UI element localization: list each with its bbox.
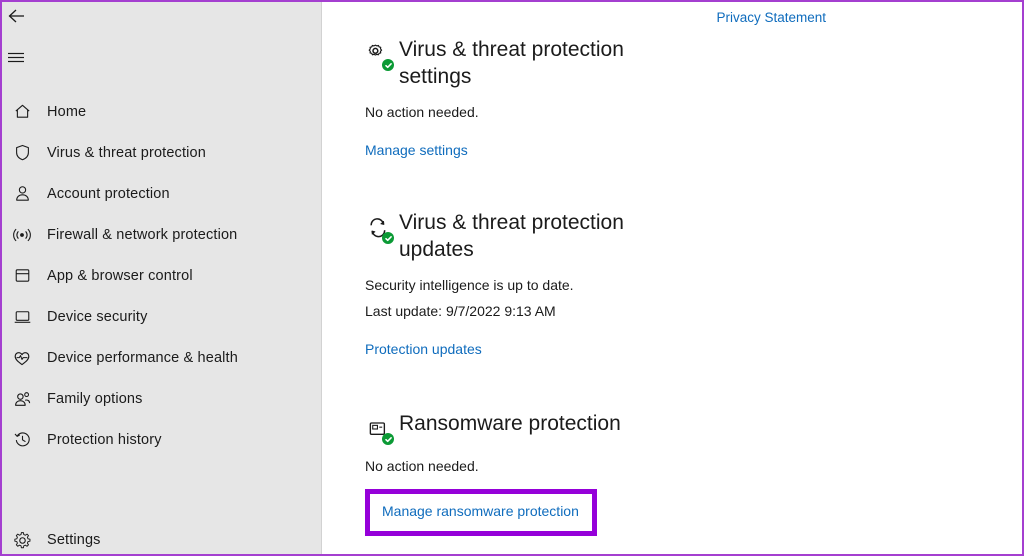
sidebar-item-label: Family options bbox=[47, 390, 143, 407]
section-header: Virus & threat protection updates bbox=[365, 209, 965, 263]
gear-check-icon bbox=[365, 40, 394, 71]
app-window-icon bbox=[8, 262, 36, 290]
sidebar-item-app-browser-control[interactable]: App & browser control bbox=[2, 255, 322, 296]
manage-ransomware-protection-highlight: Manage ransomware protection bbox=[365, 489, 597, 536]
sidebar-item-label: Protection history bbox=[47, 431, 162, 448]
sidebar-item-family-options[interactable]: Family options bbox=[2, 378, 322, 419]
sidebar-item-label: Virus & threat protection bbox=[47, 144, 206, 161]
refresh-check-icon bbox=[365, 213, 394, 244]
section-title: Virus & threat protection updates bbox=[399, 211, 624, 261]
virus-threat-protection-updates-section: Virus & threat protection updates Securi… bbox=[365, 209, 965, 359]
section-header: Ransomware protection bbox=[365, 410, 965, 445]
sidebar-item-protection-history[interactable]: Protection history bbox=[2, 419, 322, 460]
status-check-badge bbox=[382, 433, 394, 445]
hamburger-menu-button[interactable] bbox=[2, 43, 42, 75]
sidebar-item-label: Device security bbox=[47, 308, 148, 325]
sidebar-item-label: Settings bbox=[47, 532, 101, 548]
section-title: Virus & threat protection settings bbox=[399, 38, 624, 88]
people-icon bbox=[8, 385, 36, 413]
sidebar-item-settings[interactable]: Settings bbox=[2, 522, 322, 554]
heart-pulse-icon bbox=[8, 344, 36, 372]
sidebar-nav-list: Home Virus & threat protection Account p… bbox=[2, 91, 322, 460]
history-clock-icon bbox=[8, 426, 36, 454]
manage-settings-link[interactable]: Manage settings bbox=[365, 142, 468, 158]
sidebar-item-label: Device performance & health bbox=[47, 349, 238, 366]
sidebar-item-label: Account protection bbox=[47, 185, 170, 202]
status-check-badge bbox=[382, 59, 394, 71]
sidebar-chrome bbox=[2, 2, 322, 80]
sidebar-item-firewall-network-protection[interactable]: Firewall & network protection bbox=[2, 214, 322, 255]
section-status-text: No action needed. bbox=[365, 104, 479, 120]
section-status-text: Security intelligence is up to date. bbox=[365, 277, 574, 293]
last-update-text: Last update: 9/7/2022 9:13 AM bbox=[365, 303, 556, 319]
sidebar-item-label: App & browser control bbox=[47, 267, 193, 284]
sidebar-item-label: Home bbox=[47, 103, 87, 120]
folder-lock-check-icon bbox=[365, 414, 394, 445]
navigation-sidebar: Home Virus & threat protection Account p… bbox=[2, 2, 322, 554]
sidebar-item-label: Firewall & network protection bbox=[47, 226, 238, 243]
main-content-pane: Privacy Statement Virus & threat protect… bbox=[323, 2, 1022, 554]
sidebar-item-account-protection[interactable]: Account protection bbox=[2, 173, 322, 214]
sidebar-item-virus-threat-protection[interactable]: Virus & threat protection bbox=[2, 132, 322, 173]
protection-updates-link[interactable]: Protection updates bbox=[365, 341, 482, 357]
shield-icon bbox=[8, 139, 36, 167]
windows-security-window: Home Virus & threat protection Account p… bbox=[0, 0, 1024, 556]
person-icon bbox=[8, 180, 36, 208]
sidebar-item-device-performance-health[interactable]: Device performance & health bbox=[2, 337, 322, 378]
virus-threat-protection-settings-section: Virus & threat protection settings No ac… bbox=[365, 36, 965, 160]
sidebar-item-home[interactable]: Home bbox=[2, 91, 322, 132]
status-check-badge bbox=[382, 232, 394, 244]
gear-icon bbox=[8, 526, 36, 554]
monitor-icon bbox=[8, 303, 36, 331]
section-title: Ransomware protection bbox=[399, 412, 621, 435]
back-button[interactable] bbox=[2, 2, 42, 34]
privacy-statement-link[interactable]: Privacy Statement bbox=[716, 10, 826, 25]
hamburger-icon bbox=[7, 50, 25, 69]
sidebar-item-device-security[interactable]: Device security bbox=[2, 296, 322, 337]
manage-ransomware-protection-link[interactable]: Manage ransomware protection bbox=[382, 503, 579, 519]
home-icon bbox=[8, 98, 36, 126]
back-arrow-icon bbox=[7, 8, 27, 29]
wireless-signal-icon bbox=[8, 221, 36, 249]
section-status-text: No action needed. bbox=[365, 458, 479, 474]
section-header: Virus & threat protection settings bbox=[365, 36, 965, 90]
ransomware-protection-section: Ransomware protection No action needed. … bbox=[365, 410, 965, 536]
